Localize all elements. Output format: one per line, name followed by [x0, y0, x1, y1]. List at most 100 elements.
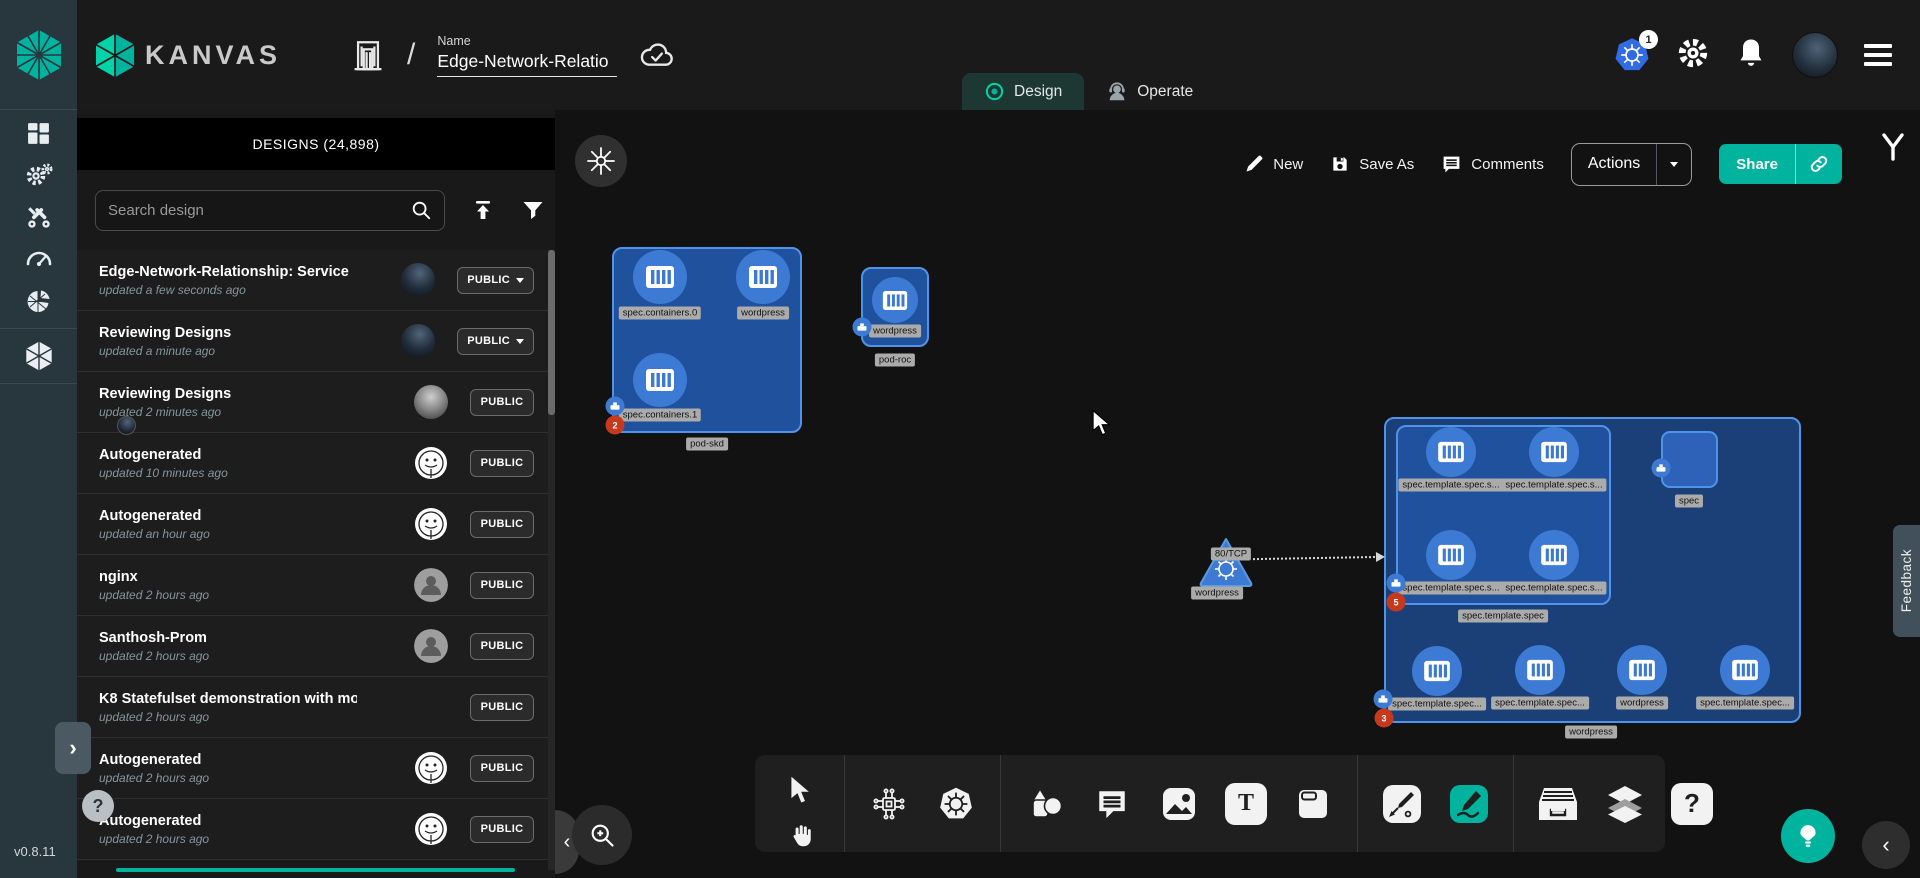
design-list-item[interactable]: Santhosh-Prom updated 2 hours ago PUBLIC [77, 616, 548, 677]
visibility-button[interactable]: PUBLIC [470, 633, 534, 660]
comments-button[interactable]: Comments [1441, 154, 1544, 175]
error-badge[interactable]: 2 [606, 416, 625, 435]
zoom-in-button[interactable] [572, 805, 632, 865]
design-list-item[interactable]: Reviewing Designs updated 2 minutes ago … [77, 372, 548, 433]
tab-design[interactable]: Design [962, 73, 1084, 110]
sidebar-item-extensions[interactable] [0, 280, 77, 322]
components-tool-button[interactable] [866, 781, 912, 827]
sidebar-expand-button[interactable]: › [55, 722, 91, 774]
container-node[interactable] [1412, 646, 1462, 696]
sidebar-item-dashboard[interactable] [0, 112, 77, 154]
save-as-button[interactable]: Save As [1330, 154, 1414, 174]
pod-badge-icon[interactable] [1652, 459, 1671, 478]
validate-deploy-button[interactable] [1781, 809, 1835, 863]
actions-split-button[interactable]: Actions [1571, 143, 1692, 186]
share-split-button[interactable]: Share [1719, 144, 1842, 184]
snowflake-icon [586, 146, 616, 176]
k8s-context-switcher[interactable]: 1 [1614, 37, 1650, 73]
service-edge[interactable] [1253, 556, 1383, 560]
history-branch-icon[interactable] [1880, 132, 1906, 167]
error-badge[interactable]: 3 [1375, 709, 1394, 728]
container-node[interactable] [1529, 530, 1579, 580]
import-design-icon[interactable] [471, 198, 495, 222]
sidebar-item-lifecycle[interactable] [0, 154, 77, 196]
select-tool-button[interactable] [778, 767, 824, 813]
visibility-button[interactable]: PUBLIC [470, 389, 534, 416]
container-node[interactable] [1426, 427, 1476, 477]
help-button[interactable]: ? [82, 790, 114, 822]
pod-badge-icon[interactable] [853, 318, 872, 337]
service-node[interactable] [1197, 536, 1255, 593]
new-button[interactable]: New [1244, 154, 1303, 174]
edge-tool-button[interactable] [1379, 781, 1425, 827]
pan-tool-button[interactable] [778, 813, 824, 859]
canvas[interactable]: New Save As Comments Actions [555, 110, 1920, 878]
menu-button[interactable] [1864, 44, 1892, 66]
sidebar-item-kanvas[interactable] [0, 335, 77, 377]
layers-tool-button[interactable] [1602, 781, 1648, 827]
meshery-logo[interactable] [0, 0, 77, 110]
sidebar-item-configuration[interactable] [0, 196, 77, 238]
organization-icon[interactable] [351, 37, 385, 73]
container-node[interactable] [1515, 645, 1565, 695]
container-node[interactable] [872, 277, 918, 323]
pod-badge-icon[interactable] [1387, 574, 1406, 593]
design-list-item[interactable]: Autogenerated updated 10 minutes ago PUB… [77, 433, 548, 494]
text-tool-button[interactable]: T [1223, 781, 1269, 827]
pod-badge-icon[interactable] [1374, 690, 1393, 709]
design-list-item[interactable]: K8 Statefulset demonstration with mo upd… [77, 677, 548, 738]
search-box[interactable] [95, 190, 445, 231]
container-node[interactable] [1617, 645, 1667, 695]
pod-badge-icon[interactable] [606, 397, 625, 416]
sidebar-item-performance[interactable] [0, 238, 77, 280]
image-tool-button[interactable] [1156, 781, 1202, 827]
collapse-right-button[interactable]: ‹ [1862, 821, 1910, 869]
tab-operate[interactable]: Operate [1084, 73, 1215, 110]
freehand-draw-tool-button[interactable] [1446, 781, 1492, 827]
visibility-button[interactable]: PUBLIC [470, 816, 534, 843]
visibility-button[interactable]: PUBLIC [470, 511, 534, 538]
visibility-button[interactable]: PUBLIC [457, 328, 534, 355]
comment-tool-button[interactable] [1089, 781, 1135, 827]
canvas-menu-button[interactable] [575, 135, 627, 187]
design-list-item[interactable]: Autogenerated updated 2 hours ago PUBLIC [77, 799, 548, 860]
help-tool-button[interactable]: ? [1669, 781, 1715, 827]
container-node[interactable] [1426, 530, 1476, 580]
note-tool-button[interactable] [1290, 781, 1336, 827]
design-list-item[interactable]: Edge-Network-Relationship: Service updat… [77, 250, 548, 311]
designs-scrollbar-thumb[interactable] [548, 250, 555, 415]
drawer-tool-button[interactable] [1535, 781, 1581, 827]
node-spec[interactable] [1661, 431, 1718, 488]
design-list-item[interactable]: Autogenerated updated 2 hours ago PUBLIC [77, 738, 548, 799]
kanvas-logo-icon[interactable] [95, 33, 135, 78]
container-node[interactable] [736, 250, 790, 304]
container-node[interactable] [1720, 645, 1770, 695]
visibility-button[interactable]: PUBLIC [470, 755, 534, 782]
design-list-item[interactable]: nginx updated 2 hours ago PUBLIC [77, 555, 548, 616]
container-node[interactable] [633, 250, 687, 304]
copy-link-button[interactable] [1795, 144, 1842, 184]
designs-horizontal-scrollbar[interactable] [116, 868, 515, 872]
search-input[interactable] [108, 202, 410, 219]
node-label: spec.template.spec.s... [1501, 582, 1606, 595]
actions-dropdown-toggle[interactable] [1656, 144, 1691, 185]
visibility-button[interactable]: PUBLIC [470, 572, 534, 599]
feedback-tab[interactable]: Feedback [1893, 525, 1920, 637]
design-list-item[interactable]: Reviewing Designs updated a minute ago P… [77, 311, 548, 372]
user-avatar[interactable] [1792, 32, 1838, 78]
container-node[interactable] [1529, 427, 1579, 477]
shapes-tool-button[interactable] [1022, 781, 1068, 827]
kubernetes-tool-button[interactable] [933, 781, 979, 827]
settings-button[interactable] [1676, 36, 1710, 75]
design-list-item[interactable]: Autogenerated updated an hour ago PUBLIC [77, 494, 548, 555]
filter-icon[interactable] [521, 198, 545, 222]
design-owner-avatar [414, 751, 448, 785]
container-node[interactable] [633, 353, 687, 407]
design-name-input[interactable] [437, 51, 617, 77]
notifications-button[interactable] [1736, 37, 1766, 74]
visibility-button[interactable]: PUBLIC [470, 694, 534, 721]
person-avatar-icon [414, 629, 448, 663]
visibility-button[interactable]: PUBLIC [470, 450, 534, 477]
visibility-button[interactable]: PUBLIC [457, 267, 534, 294]
error-badge[interactable]: 5 [1387, 593, 1406, 612]
